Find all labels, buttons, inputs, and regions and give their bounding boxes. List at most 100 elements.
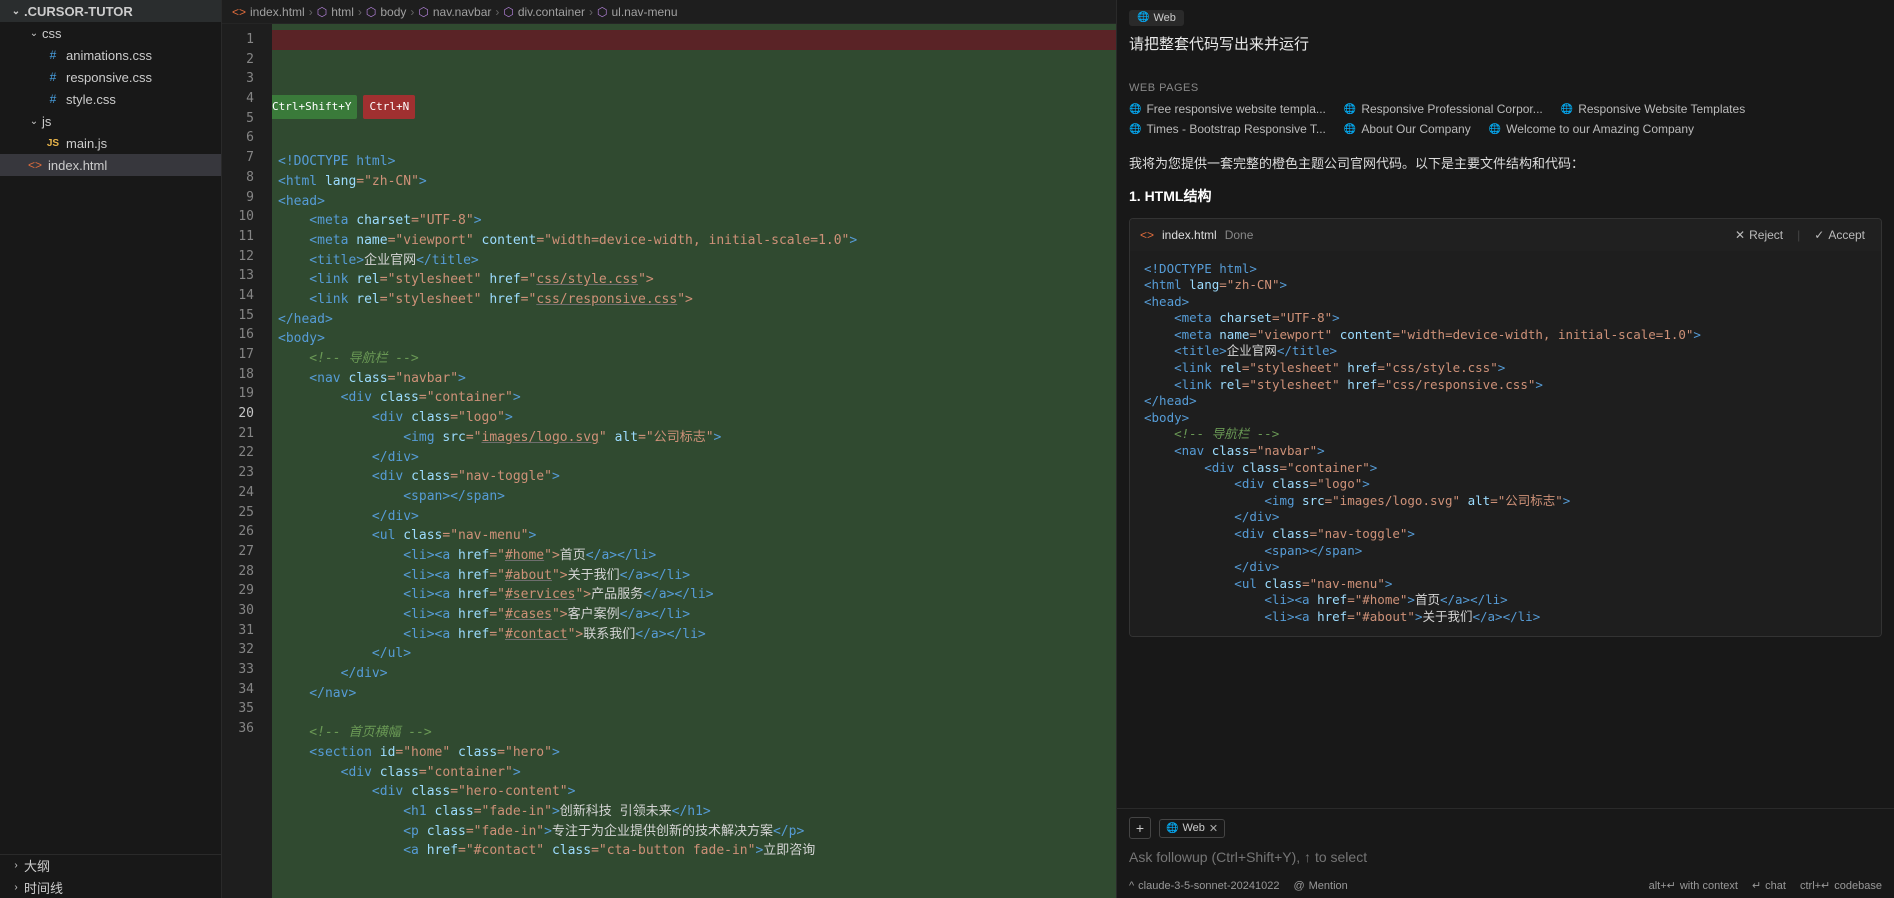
- file-explorer: ⌄ .CURSOR-TUTOR ⌄ css # animations.css #…: [0, 0, 222, 898]
- link-label: Times - Bootstrap Responsive T...: [1146, 122, 1325, 136]
- globe-icon: 🌐: [1166, 823, 1178, 834]
- web-pages-header: WEB PAGES: [1129, 82, 1882, 94]
- globe-icon: 🌐: [1561, 104, 1573, 115]
- model-picker[interactable]: ^ claude-3-5-sonnet-20241022: [1129, 880, 1279, 892]
- card-filename: index.html: [1162, 228, 1217, 242]
- globe-icon: 🌐: [1344, 124, 1356, 135]
- chat-panel: 🌐 Web 请把整套代码写出来并运行 WEB PAGES 🌐 Free respon…: [1116, 0, 1894, 898]
- code-area[interactable]: Ctrl+Shift+Y Ctrl+N <!DOCTYPE html><html…: [272, 24, 1116, 898]
- outline-section[interactable]: › 大纲: [0, 854, 221, 876]
- mention-label: Mention: [1309, 880, 1348, 892]
- mention-button[interactable]: @Mention: [1293, 880, 1347, 892]
- web-page-link[interactable]: 🌐 Welcome to our Amazing Company: [1489, 122, 1694, 136]
- breadcrumb-item: div.container: [518, 5, 585, 19]
- symbol-icon: ⬡: [418, 5, 428, 19]
- diff-highlight: [272, 30, 1116, 50]
- check-icon: ✓: [1814, 228, 1824, 242]
- css-file-icon: #: [44, 70, 62, 84]
- file-animations-css[interactable]: # animations.css: [0, 44, 221, 66]
- card-header: <> index.html Done ✕Reject | ✓Accept: [1130, 219, 1881, 251]
- symbol-icon: ⬡: [317, 5, 327, 19]
- web-page-link[interactable]: 🌐 Responsive Website Templates: [1561, 102, 1745, 116]
- chevron-right-icon: ›: [8, 882, 24, 893]
- css-file-icon: #: [44, 48, 62, 62]
- web-page-link[interactable]: 🌐 Times - Bootstrap Responsive T...: [1129, 122, 1326, 136]
- inline-hints: Ctrl+Shift+Y Ctrl+N: [272, 95, 1110, 119]
- breadcrumb-item: html: [331, 5, 354, 19]
- breadcrumb-item: body: [380, 5, 406, 19]
- web-page-link[interactable]: 🌐 Free responsive website templa...: [1129, 102, 1326, 116]
- link-label: About Our Company: [1361, 122, 1470, 136]
- chat-hint: ↵ chat: [1752, 879, 1786, 892]
- section-label: 时间线: [24, 878, 63, 897]
- globe-icon: 🌐: [1129, 124, 1141, 135]
- chevron-down-icon: ⌄: [8, 6, 24, 17]
- file-label: style.css: [66, 92, 116, 107]
- pill-label: Web: [1182, 822, 1204, 834]
- globe-icon: 🌐: [1129, 104, 1141, 115]
- section-label: 大纲: [24, 856, 50, 875]
- chat-response: WEB PAGES 🌐 Free responsive website templ…: [1117, 56, 1894, 808]
- reject-button[interactable]: ✕ Reject: [1729, 228, 1789, 242]
- file-main-js[interactable]: JS main.js: [0, 132, 221, 154]
- globe-icon: 🌐: [1489, 124, 1501, 135]
- web-page-link[interactable]: 🌐Responsive Professional Corpor...: [1344, 102, 1543, 116]
- file-label: main.js: [66, 136, 107, 151]
- link-label: Responsive Website Templates: [1578, 102, 1745, 116]
- html-file-icon: <>: [232, 5, 246, 19]
- html-file-icon: <>: [26, 158, 44, 172]
- chevron-right-icon: ›: [8, 860, 24, 871]
- globe-icon: 🌐: [1137, 12, 1149, 23]
- link-label: Welcome to our Amazing Company: [1506, 122, 1694, 136]
- close-icon[interactable]: ✕: [1209, 822, 1218, 835]
- web-chip[interactable]: 🌐 Web: [1129, 10, 1184, 26]
- accept-button[interactable]: ✓ Accept: [1808, 228, 1871, 242]
- timeline-section[interactable]: › 时间线: [0, 876, 221, 898]
- folder-label: js: [42, 114, 51, 129]
- symbol-icon: ⬡: [366, 5, 376, 19]
- chip-label: Web: [1153, 12, 1175, 24]
- file-responsive-css[interactable]: # responsive.css: [0, 66, 221, 88]
- with-context-hint: alt+↵ with context: [1649, 879, 1738, 892]
- web-page-link[interactable]: 🌐 About Our Company: [1344, 122, 1471, 136]
- file-label: responsive.css: [66, 70, 152, 85]
- globe-icon: 🌐: [1344, 104, 1356, 115]
- folder-css[interactable]: ⌄ css: [0, 22, 221, 44]
- chevron-down-icon: ⌄: [26, 116, 42, 127]
- folder-js[interactable]: ⌄ js: [0, 110, 221, 132]
- css-file-icon: #: [44, 92, 62, 106]
- file-style-css[interactable]: # style.css: [0, 88, 221, 110]
- folder-label: .CURSOR-TUTOR: [24, 4, 133, 19]
- web-context-pill[interactable]: 🌐 Web ✕: [1159, 819, 1225, 838]
- user-prompt: 请把整套代码写出来并运行: [1129, 34, 1882, 57]
- hint-badge: Ctrl+N: [363, 95, 415, 119]
- button-label: Accept: [1828, 228, 1865, 242]
- breadcrumb-file: index.html: [250, 5, 305, 19]
- symbol-icon: ⬡: [503, 5, 513, 19]
- html-file-icon: <>: [1140, 228, 1154, 242]
- response-text: 我将为您提供一套完整的橙色主题公司官网代码。以下是主要文件结构和代码：: [1129, 154, 1882, 174]
- chat-status-bar: ^ claude-3-5-sonnet-20241022 @Mention al…: [1129, 879, 1882, 892]
- button-label: Reject: [1749, 228, 1783, 242]
- model-name: claude-3-5-sonnet-20241022: [1138, 880, 1279, 892]
- file-index-html[interactable]: <> index.html: [0, 154, 221, 176]
- chat-input-area: + 🌐 Web ✕ ^ claude-3-5-sonnet-20241022 @Me…: [1117, 808, 1894, 898]
- js-file-icon: JS: [44, 138, 62, 149]
- followup-input[interactable]: [1129, 845, 1882, 869]
- root-folder[interactable]: ⌄ .CURSOR-TUTOR: [0, 0, 221, 22]
- line-gutter: 1234567891011121314151617181920212223242…: [222, 24, 272, 898]
- folder-label: css: [42, 26, 62, 41]
- card-code-body: <!DOCTYPE html><html lang="zh-CN"><head>…: [1130, 251, 1881, 636]
- editor-body[interactable]: 1234567891011121314151617181920212223242…: [222, 24, 1116, 898]
- breadcrumb-item: nav.navbar: [433, 5, 491, 19]
- close-icon: ✕: [1735, 228, 1745, 242]
- file-label: index.html: [48, 158, 107, 173]
- chat-prompt-area: 🌐 Web 请把整套代码写出来并运行: [1117, 0, 1894, 56]
- card-status: Done: [1225, 228, 1254, 242]
- breadcrumb[interactable]: <> index.html ›⬡ html ›⬡ body ›⬡ nav.nav…: [222, 0, 1116, 24]
- add-context-button[interactable]: +: [1129, 817, 1151, 839]
- hint-badge: Ctrl+Shift+Y: [272, 95, 357, 119]
- editor-pane: <> index.html ›⬡ html ›⬡ body ›⬡ nav.nav…: [222, 0, 1116, 898]
- code-suggestion-card: <> index.html Done ✕Reject | ✓Accept <!D…: [1129, 218, 1882, 637]
- link-label: Free responsive website templa...: [1146, 102, 1325, 116]
